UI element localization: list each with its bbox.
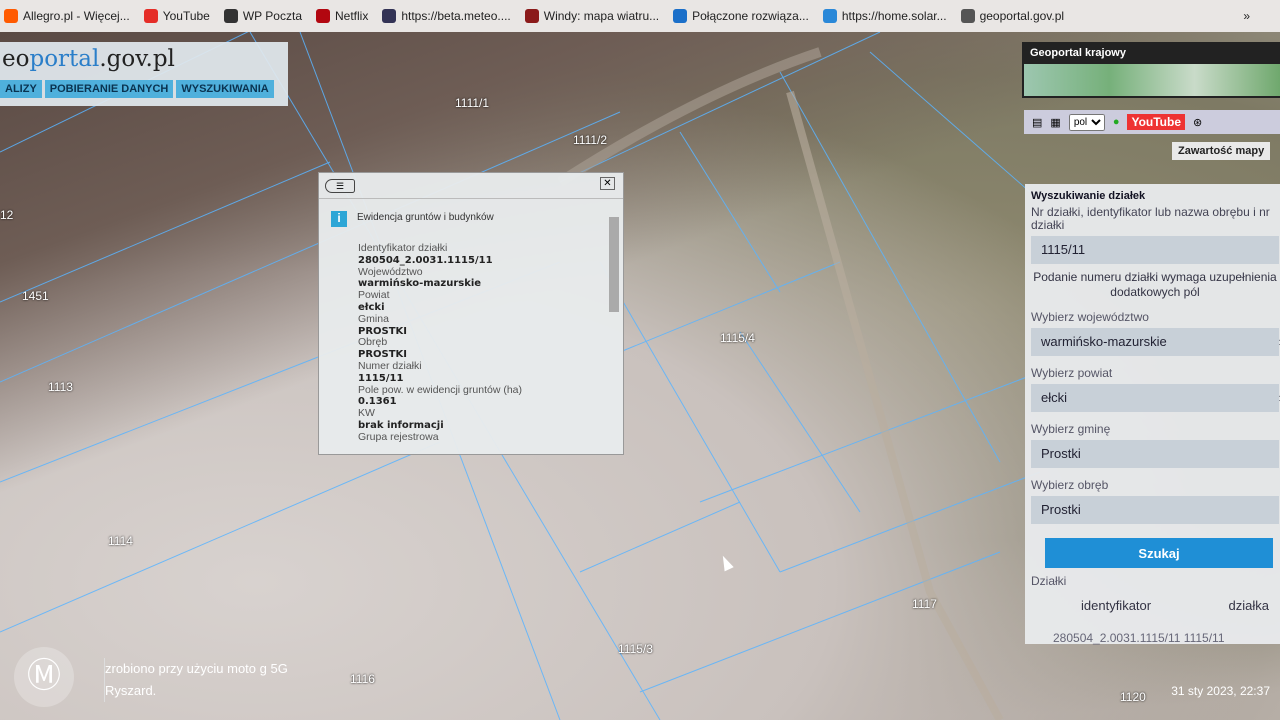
county-label: Wybierz powiat (1031, 366, 1113, 380)
parcel-label: 1117 (912, 597, 937, 611)
parcel-query-input[interactable]: 1115/11 (1031, 236, 1279, 264)
attribute-label: Gmina (358, 312, 389, 325)
bookmark-item[interactable]: Netflix (316, 9, 368, 23)
save-icon[interactable]: ▦ (1050, 116, 1060, 129)
overview-minimap[interactable] (1024, 64, 1280, 96)
commune-label: Wybierz gminę (1031, 422, 1111, 436)
map-content-button[interactable]: Zawartość mapy (1172, 142, 1271, 160)
commune-select[interactable]: Prostki (1031, 440, 1279, 468)
national-geoportal-title: Geoportal krajowy (1030, 47, 1126, 59)
bookmark-item[interactable]: Połączone rozwiąza... (673, 9, 809, 23)
youtube-button[interactable]: YouTube (1127, 114, 1186, 130)
query-label: Nr działki, identyfikator lub nazwa obrę… (1031, 205, 1270, 232)
parcel-label: 1451 (22, 289, 49, 303)
column-parcel[interactable]: działka (1229, 598, 1269, 613)
bookmark-item[interactable]: Allegro.pl - Więcej... (4, 9, 130, 23)
photo-timestamp: 31 sty 2023, 22:37 (1171, 684, 1270, 698)
attribute-label: Pole pow. w ewidencji gruntów (ha) (358, 383, 523, 396)
parcel-label: 1115/4 (720, 331, 755, 345)
parcel-label: 1111/1 (455, 96, 490, 110)
tab-wyszukiwania[interactable]: WYSZUKIWANIA (176, 80, 274, 98)
attribute-label: Obręb (358, 336, 388, 349)
attribute-value: 1115/11 (358, 372, 404, 384)
bookmark-icon (4, 9, 18, 23)
tab-pobieranie-danych[interactable]: POBIERANIE DANYCH (44, 80, 174, 98)
bookmarks-bar: Allegro.pl - Więcej... YouTube WP Poczta Ne… (0, 0, 1280, 32)
tab-analizy[interactable]: ALIZY (0, 80, 42, 98)
parcel-label: 1115/3 (618, 642, 653, 656)
precinct-select[interactable]: Prostki (1031, 496, 1279, 524)
attribute-value: 280504_2.0031.1115/11 (358, 254, 493, 266)
bookmark-icon (673, 9, 688, 23)
bookmark-item[interactable]: geoportal.gov.pl (960, 9, 1064, 23)
voivodeship-select[interactable]: warmińsko-mazurskie› (1031, 328, 1280, 356)
bookmark-item[interactable]: https://home.solar... (822, 9, 947, 23)
county-select[interactable]: ełcki› (1031, 384, 1280, 412)
result-row[interactable]: 280504_2.0031.1115/11 1115/11 (1031, 613, 1279, 645)
parcel-label: 1116 (350, 672, 375, 686)
attribute-label: Województwo (358, 265, 423, 278)
parcel-label: 1111/2 (573, 133, 608, 147)
bookmark-icon (822, 9, 837, 23)
help-icon[interactable]: ⊛ (1193, 116, 1202, 129)
search-hint: Podanie numeru działki wymaga uzupełnien… (1033, 270, 1277, 299)
parcel-label: 1113 (48, 380, 73, 394)
search-title: Wyszukiwanie działek (1031, 190, 1146, 202)
attribute-label: Identyfikator działki (358, 242, 448, 254)
attribute-label: KW (358, 407, 375, 420)
bookmarks-overflow-button[interactable]: » (1243, 9, 1280, 23)
attribute-value: brak informacji (358, 419, 444, 431)
globe-icon[interactable]: ● (1113, 116, 1120, 128)
bookmark-icon (524, 9, 539, 23)
results-label: Działki (1031, 574, 1067, 588)
attribute-value: ełcki (358, 301, 385, 313)
close-icon[interactable]: ✕ (600, 177, 615, 190)
info-icon: i (331, 211, 347, 227)
language-select[interactable]: pol (1068, 113, 1105, 131)
print-icon[interactable]: ▤ (1032, 116, 1042, 129)
bookmark-icon (316, 9, 330, 23)
search-button[interactable]: Szukaj (1045, 538, 1273, 568)
map-toolbar: ▤ ▦ pol ● YouTube ⊛ (1024, 110, 1280, 134)
parcel-attributes: Identyfikator działki 280504_2.0031.1115/… (358, 242, 523, 444)
parcel-search-panel: Wyszukiwanie działek Nr działki, identyf… (1025, 184, 1280, 645)
bookmark-icon (960, 9, 975, 23)
motorola-logo: Ⓜ (14, 647, 74, 707)
attribute-label: Grupa rejestrowa (358, 430, 439, 443)
bookmark-item[interactable]: WP Poczta (223, 9, 302, 23)
geoportal-logo[interactable]: eoportal.gov.pl (0, 46, 288, 72)
attribute-value: 0.1361 (358, 396, 397, 408)
parcel-label: 12 (0, 208, 14, 222)
bookmark-item[interactable]: https://beta.meteo.... (382, 9, 511, 23)
bookmark-icon (223, 9, 238, 23)
parcel-label: 1120 (1120, 690, 1146, 704)
list-icon[interactable]: ☰ (325, 179, 355, 193)
parcel-info-popup: ☰ ✕ i Ewidencja gruntów i budynków Ident… (318, 172, 624, 455)
attribute-label: Numer działki (358, 359, 422, 372)
bookmark-item[interactable]: YouTube (143, 9, 210, 23)
precinct-label: Wybierz obręb (1031, 478, 1109, 492)
bookmark-item[interactable]: Windy: mapa wiatru... (524, 9, 659, 23)
attribute-label: Powiat (358, 289, 390, 302)
national-geoportal-panel[interactable]: Geoportal krajowy (1022, 42, 1280, 98)
camera-watermark: zrobiono przy użyciu moto g 5G Ryszard. (104, 658, 288, 702)
popup-scrollbar[interactable] (609, 207, 619, 437)
bookmark-icon (382, 9, 397, 23)
popup-title: Ewidencja gruntów i budynków (357, 212, 494, 223)
bookmark-icon (143, 9, 158, 23)
voivodeship-label: Wybierz województwo (1031, 310, 1149, 324)
geoportal-header: eoportal.gov.pl ALIZY POBIERANIE DANYCH … (0, 42, 288, 106)
column-identifier[interactable]: identyfikator (1081, 598, 1151, 613)
parcel-label: 1114 (108, 534, 133, 548)
